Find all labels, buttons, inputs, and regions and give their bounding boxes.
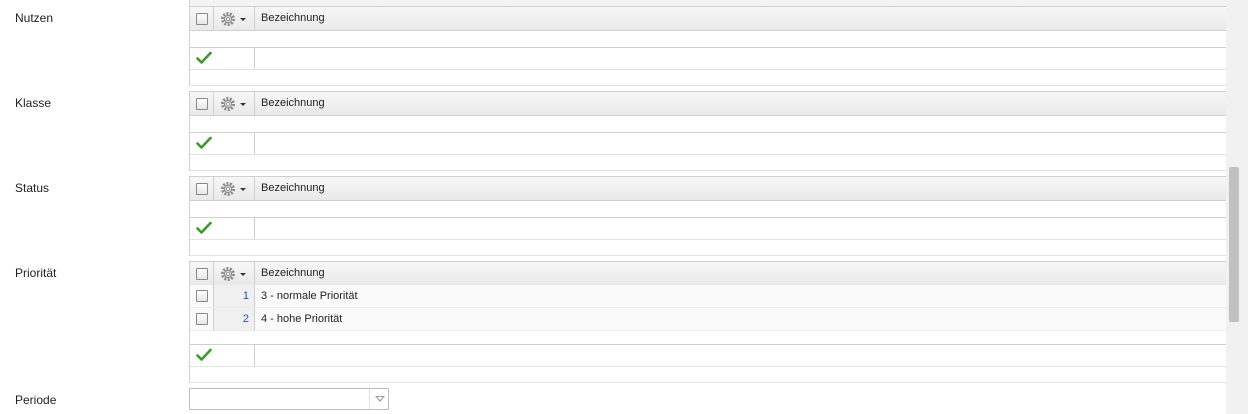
dropdown-triangle-icon: [375, 396, 385, 402]
select-all-checkbox[interactable]: [196, 182, 208, 195]
combo-trigger-button[interactable]: [369, 389, 388, 409]
grid-footer: [190, 217, 1227, 240]
table-row[interactable]: 2 4 - hohe Priorität: [190, 308, 1227, 331]
row-checkbox[interactable]: [196, 313, 208, 325]
green-checkmark-icon[interactable]: [196, 51, 212, 65]
chevron-down-icon: [240, 187, 246, 191]
grid-status: Bezeichnung: [189, 176, 1227, 256]
field-label-prioritaet: Priorität: [15, 266, 57, 280]
column-header-bezeichnung[interactable]: Bezeichnung: [255, 177, 1227, 200]
grid-footer: [190, 47, 1227, 70]
chevron-down-icon: [240, 17, 246, 21]
grid-footer: [190, 132, 1227, 155]
column-header-bezeichnung[interactable]: Bezeichnung: [255, 7, 1227, 30]
green-checkmark-icon[interactable]: [196, 221, 212, 235]
row-number: 1: [242, 290, 249, 302]
row-checkbox[interactable]: [196, 290, 208, 302]
grid-header: Bezeichnung: [190, 91, 1227, 116]
table-row[interactable]: 1 3 - normale Priorität: [190, 285, 1227, 308]
gear-icon: [221, 181, 235, 196]
periode-combobox[interactable]: [189, 388, 389, 410]
chevron-down-icon: [240, 102, 246, 106]
gear-menu-button[interactable]: [214, 177, 255, 200]
grid-nutzen: Bezeichnung: [189, 6, 1227, 86]
gear-icon: [221, 11, 235, 26]
gear-icon: [221, 266, 235, 281]
row-bezeichnung: 4 - hohe Priorität: [261, 313, 343, 325]
gear-icon: [221, 96, 235, 111]
select-all-checkbox[interactable]: [196, 12, 208, 25]
grid-header: Bezeichnung: [190, 176, 1227, 201]
column-header-bezeichnung[interactable]: Bezeichnung: [255, 92, 1227, 115]
grid-header: Bezeichnung: [190, 6, 1227, 31]
grid-prioritaet: Bezeichnung 1 3 - normale Priorität 2 4 …: [189, 261, 1227, 383]
column-header-bezeichnung[interactable]: Bezeichnung: [255, 262, 1227, 285]
gear-menu-button[interactable]: [214, 7, 255, 30]
grid-header: Bezeichnung: [190, 261, 1227, 286]
field-label-periode: Periode: [15, 393, 57, 407]
field-label-nutzen: Nutzen: [15, 11, 54, 25]
field-label-klasse: Klasse: [15, 96, 52, 110]
gear-menu-button[interactable]: [214, 262, 255, 285]
scrollbar-thumb[interactable]: [1229, 167, 1239, 322]
grid-footer: [190, 344, 1227, 367]
field-label-status: Status: [15, 181, 50, 195]
select-all-checkbox[interactable]: [196, 267, 208, 280]
green-checkmark-icon[interactable]: [196, 136, 212, 150]
gear-menu-button[interactable]: [214, 92, 255, 115]
grid-klasse: Bezeichnung: [189, 91, 1227, 171]
row-number: 2: [242, 313, 249, 325]
vertical-scrollbar[interactable]: [1226, 0, 1248, 414]
green-checkmark-icon[interactable]: [196, 348, 212, 362]
chevron-down-icon: [240, 272, 246, 276]
row-bezeichnung: 3 - normale Priorität: [261, 290, 358, 302]
select-all-checkbox[interactable]: [196, 97, 208, 110]
